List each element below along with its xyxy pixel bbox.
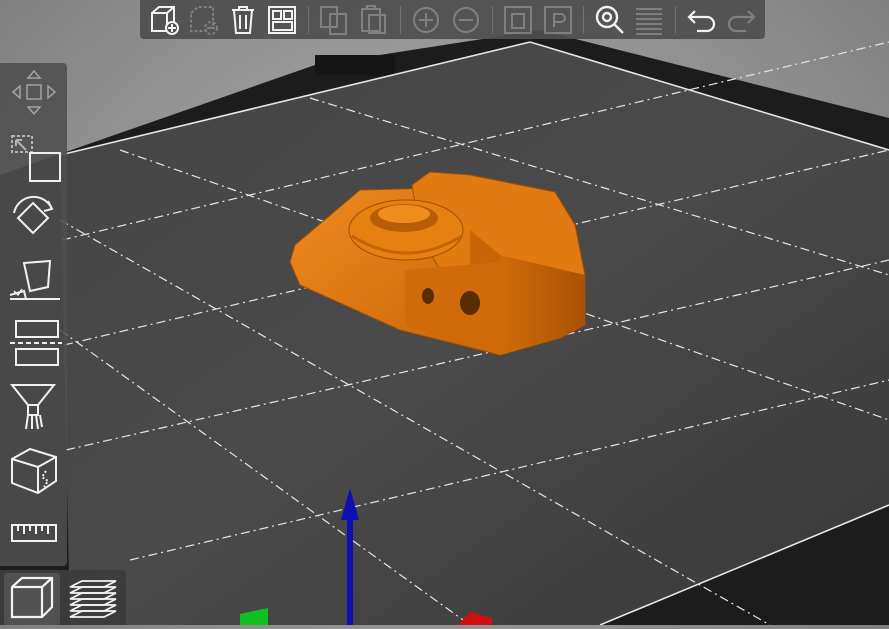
add-instance-button[interactable] [409,3,444,37]
3d-view-button[interactable] [4,573,60,625]
layers-view-icon [69,580,117,618]
rotate-tool[interactable] [4,191,62,243]
seam-icon [11,447,57,495]
scale-tool[interactable] [4,131,62,183]
cube-plus-icon [150,5,179,35]
toolbar-separator [307,5,309,34]
cut-icon [10,320,62,366]
layers-button[interactable] [632,3,667,37]
arrange-button[interactable] [264,3,299,37]
undo-button[interactable] [684,3,719,37]
remove-instance-button[interactable] [448,3,483,37]
split-objects-button[interactable] [500,3,535,37]
move-tool[interactable] [4,67,62,119]
split-parts-button[interactable] [540,3,575,37]
search-button[interactable] [592,3,627,37]
paint-supports-tool[interactable] [4,379,62,431]
rotate-icon [13,195,54,235]
arrange-icon [268,5,297,34]
toolbar-separator [675,5,677,34]
delete-all-button[interactable] [225,3,260,37]
toolbar-separator [491,5,493,34]
add-object-button[interactable] [146,3,181,37]
cube-view-icon [10,576,54,619]
redo-icon [728,9,756,32]
paste-icon [360,4,386,34]
delete-button[interactable] [185,3,220,37]
undo-icon [687,9,715,32]
split-parts-icon [543,5,572,34]
ruler-icon [11,524,57,542]
plus-circle-icon [413,6,440,33]
paint-supports-icon [9,384,57,430]
top-toolbar [140,0,765,39]
split-objects-icon [504,5,533,34]
toolbar-separator [583,5,585,34]
cube-minus-icon [190,5,219,35]
move-icon [11,69,57,116]
scale-icon [11,135,61,182]
copy-button[interactable] [317,3,352,37]
preview-button[interactable] [64,573,120,625]
3d-viewport[interactable] [0,0,889,625]
seam-painting-tool[interactable] [4,443,62,495]
place-on-face-icon [9,259,60,300]
cut-tool[interactable] [4,315,62,367]
view-toolbar [0,570,126,625]
gizmo-toolbar [0,63,67,566]
redo-button[interactable] [724,3,759,37]
paste-button[interactable] [356,3,391,37]
measure-tool[interactable] [4,507,62,559]
minus-circle-icon [452,6,479,33]
toolbar-separator [399,5,401,34]
search-icon [595,5,624,34]
copy-icon [320,5,348,35]
place-on-face-tool[interactable] [4,255,62,307]
trash-icon [231,5,254,34]
layers-icon [636,7,663,35]
